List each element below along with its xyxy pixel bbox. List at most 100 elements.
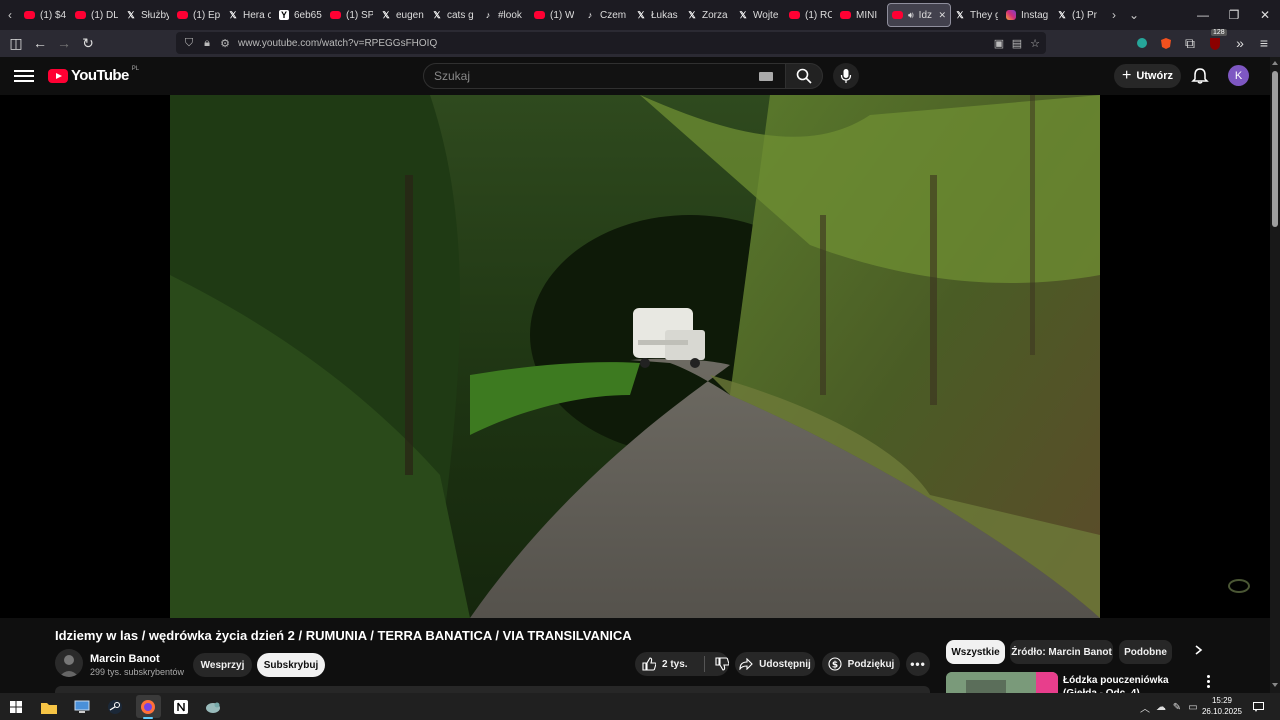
browser-tab-active[interactable]: 🔊︎ Idz ✕: [887, 3, 951, 27]
close-tab-icon[interactable]: ✕: [938, 10, 946, 21]
notion-icon[interactable]: [170, 696, 192, 718]
steam-icon[interactable]: [104, 696, 126, 718]
ublock-extension-icon[interactable]: 128: [1203, 29, 1227, 55]
youtube-favicon-icon: [24, 11, 35, 19]
browser-tab[interactable]: Instag: [1002, 3, 1053, 27]
notifications-bell-icon[interactable]: [1190, 66, 1210, 86]
tab-list-dropdown-icon[interactable]: ⌄: [1124, 3, 1144, 27]
address-bar[interactable]: ⛉ 🔒︎ ⚙ www.youtube.com/watch?v=RPEGGsFHO…: [176, 32, 1046, 54]
browser-tab[interactable]: MINI: [836, 3, 887, 27]
browser-tab[interactable]: (1) W: [530, 3, 581, 27]
tabs-scroll-right-icon[interactable]: ›: [1104, 3, 1124, 27]
lock-icon[interactable]: 🔒︎: [200, 36, 214, 50]
extensions-icon[interactable]: ⧉: [1178, 31, 1202, 55]
browser-tab[interactable]: (1) RC: [785, 3, 836, 27]
browser-tab[interactable]: 𝕏eugen: [377, 3, 428, 27]
picture-in-picture-icon[interactable]: ▣: [992, 36, 1006, 50]
channel-avatar[interactable]: [55, 649, 83, 677]
sidebar-toggle-icon[interactable]: ◫: [4, 31, 28, 55]
youtube-logo[interactable]: YouTube PL: [48, 65, 140, 84]
create-button[interactable]: + Utwórz: [1114, 64, 1181, 88]
more-actions-button[interactable]: •••: [906, 652, 930, 676]
tab-label: (1) Pr: [1072, 9, 1097, 21]
fox-extension-icon[interactable]: [1154, 31, 1178, 55]
browser-tab[interactable]: (1) SP: [326, 3, 377, 27]
file-explorer-icon[interactable]: [38, 696, 60, 718]
minimize-window-button[interactable]: —: [1186, 0, 1220, 30]
scroll-up-arrow[interactable]: [1272, 61, 1278, 65]
browser-tab[interactable]: 𝕏 (1) Pr: [1053, 3, 1104, 27]
tabs-scroll-left-icon[interactable]: ‹: [0, 3, 20, 27]
forward-button[interactable]: →: [52, 31, 76, 55]
close-window-button[interactable]: ✕: [1248, 0, 1280, 30]
browser-tab[interactable]: 𝕏 Łukas: [632, 3, 683, 27]
search-button[interactable]: [785, 63, 823, 89]
browser-tab[interactable]: (1) Ep: [173, 3, 224, 27]
tab-label: Hera c: [243, 9, 271, 21]
tray-overflow-icon[interactable]: ︿: [1139, 701, 1151, 715]
channel-name[interactable]: Marcin Banot: [90, 653, 160, 665]
voice-search-button[interactable]: [833, 63, 859, 89]
browser-tab[interactable]: 𝕏 Wojte: [734, 3, 785, 27]
share-button[interactable]: Udostępnij: [735, 652, 815, 676]
dragon-app-icon[interactable]: [202, 696, 224, 718]
restore-window-button[interactable]: ❐: [1217, 0, 1251, 30]
chip-from-channel[interactable]: Źródło: Marcin Banot: [1010, 640, 1113, 664]
youtube-favicon-icon: [75, 11, 86, 19]
recommended-video-thumbnail[interactable]: [946, 672, 1058, 693]
clock-date: 26.10.2025: [1201, 707, 1243, 716]
video-frame[interactable]: [170, 95, 1100, 618]
recommended-more-icon[interactable]: [1202, 672, 1214, 690]
scroll-down-arrow[interactable]: [1272, 683, 1278, 687]
bookmark-star-icon[interactable]: ☆: [1028, 36, 1042, 50]
computer-app-icon[interactable]: [71, 696, 93, 718]
keyboard-icon[interactable]: [759, 72, 773, 81]
pen-icon[interactable]: ✎: [1171, 701, 1183, 713]
video-player[interactable]: [0, 95, 1270, 618]
thanks-button[interactable]: $ Podziękuj: [822, 652, 900, 676]
page-scrollbar[interactable]: [1270, 57, 1280, 693]
chips-next-arrow-icon[interactable]: [1188, 640, 1208, 660]
recommended-video-title[interactable]: Łódzka pouczeniówka (Giełda - Odc. 4): [1063, 674, 1198, 693]
guide-menu-icon[interactable]: [14, 67, 34, 85]
browser-tab[interactable]: 𝕏 They g: [951, 3, 1002, 27]
firefox-icon[interactable]: [137, 696, 159, 718]
account-avatar[interactable]: K: [1228, 65, 1249, 86]
app-menu-icon[interactable]: ≡: [1252, 31, 1276, 55]
browser-tab[interactable]: 𝕏 Hera c: [224, 3, 275, 27]
chip-related[interactable]: Podobne: [1119, 640, 1172, 664]
reload-button[interactable]: ↻: [76, 31, 100, 55]
browser-tab[interactable]: 𝕏 Służby: [122, 3, 173, 27]
back-button[interactable]: ←: [28, 31, 52, 55]
channel-watermark-icon[interactable]: [1228, 579, 1250, 593]
tracking-shield-icon[interactable]: ⛉: [182, 36, 196, 50]
browser-tab[interactable]: ♪ #look: [479, 3, 530, 27]
browser-tab[interactable]: 𝕏cats g: [428, 3, 479, 27]
overflow-menu-icon[interactable]: »: [1228, 31, 1252, 55]
like-button[interactable]: 2 tys.: [642, 657, 688, 671]
browser-tab[interactable]: (1) DL: [71, 3, 122, 27]
description-box[interactable]: [55, 686, 930, 693]
taskbar-clock[interactable]: 15:29 26.10.2025: [1200, 695, 1244, 717]
thumbs-down-icon[interactable]: [715, 657, 729, 671]
scrollbar-thumb[interactable]: [1272, 71, 1278, 227]
network-icon[interactable]: ▭: [1187, 701, 1199, 713]
browser-tab[interactable]: (1) $4: [20, 3, 71, 27]
browser-tab[interactable]: Y 6eb65: [275, 3, 326, 27]
windows-start-icon[interactable]: [5, 696, 27, 718]
browser-tab[interactable]: 𝕏 Zorza: [683, 3, 734, 27]
subscribe-button[interactable]: Subskrybuj: [257, 653, 325, 677]
permissions-icon[interactable]: ⚙: [218, 36, 232, 50]
reader-view-icon[interactable]: ▤: [1010, 36, 1024, 50]
onedrive-icon[interactable]: ☁: [1155, 701, 1167, 713]
country-code: PL: [131, 65, 140, 72]
browser-tab[interactable]: ♪ Czem: [581, 3, 632, 27]
search-input[interactable]: Szukaj: [423, 63, 786, 89]
youtube-favicon-icon: [789, 11, 800, 19]
support-button[interactable]: Wesprzyj: [193, 653, 252, 677]
vpn-extension-icon[interactable]: [1130, 31, 1154, 55]
speaker-icon[interactable]: 🔊︎: [908, 10, 914, 21]
url-text[interactable]: www.youtube.com/watch?v=RPEGGsFHOIQ: [238, 38, 437, 49]
chip-all[interactable]: Wszystkie: [946, 640, 1005, 664]
notifications-icon[interactable]: [1252, 701, 1264, 713]
